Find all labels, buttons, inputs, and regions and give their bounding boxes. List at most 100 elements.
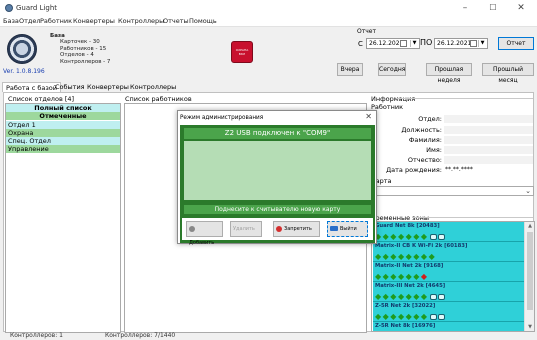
list-item[interactable]: Z-5R Net 8k [16976] <box>373 322 524 331</box>
add-icon <box>189 225 195 232</box>
status-left: Контроллеров: 1 <box>10 332 63 339</box>
menu-item-reports[interactable]: Отчеты <box>163 17 189 25</box>
date-to-picker[interactable]: 26.12.2021 ▼ <box>434 38 488 49</box>
scroll-down-icon[interactable]: ▼ <box>525 324 534 330</box>
exit-icon <box>330 226 338 231</box>
info-department-label: Отдел: <box>418 115 442 123</box>
yesterday-button[interactable]: Вчера <box>337 63 363 76</box>
date-to-value: 26.12.2021 <box>437 40 472 47</box>
list-item[interactable]: Matrix-II CB K Wi-Fi 2k [60183] ◆◆◆◆◆◆◆◆ <box>373 242 524 262</box>
guard-light-logo <box>7 34 37 64</box>
last-week-button[interactable]: Прошлая неделя <box>426 63 472 84</box>
list-item[interactable]: Управление <box>6 145 120 153</box>
dialog-button-bar: Добавить Удалить Запретить Выйти <box>182 218 373 246</box>
list-item[interactable]: Z-5R Net 2k [32022] ◆◆◆◆◆◆◆ <box>373 302 524 322</box>
info-position-value <box>444 126 533 134</box>
time-zone-indicators: ◆◆◆◆◆◆◆ <box>375 292 445 301</box>
menu-item-controllers[interactable]: Контроллеры <box>118 17 164 25</box>
status-bar: Контроллеров: 1 Контроллеров: 7/1440 <box>0 332 537 340</box>
menu-item-worker[interactable]: Работник <box>40 17 72 25</box>
delete-label: Удалить <box>233 226 255 232</box>
info-patronymic-label: Отчество: <box>407 156 442 164</box>
scrollbar-thumb[interactable] <box>527 232 533 310</box>
list-item[interactable]: Спец. Отдел <box>6 137 120 145</box>
departments-list[interactable]: Полный список Отмеченные Отдел 1 Охрана … <box>5 103 121 333</box>
ban-icon <box>276 225 282 232</box>
chevron-down-icon: ⌄ <box>525 187 531 195</box>
info-name-value <box>444 146 533 154</box>
info-birthdate-value: **.**.**** <box>444 166 533 174</box>
menu-item-database[interactable]: База <box>3 17 19 25</box>
time-zones-list[interactable]: Guard Net 8k [20483] ◆◆◆◆◆◆◆ Matrix-II C… <box>371 221 535 332</box>
ban-button[interactable]: Запретить <box>273 221 320 237</box>
controller-name: Z-5R Net 8k [16976] <box>375 323 436 329</box>
list-item[interactable]: Отдел 1 <box>6 121 120 129</box>
controller-name: Guard Net 8k [20483] <box>375 223 440 229</box>
menu-bar: База Отдел Работник Конвертеры Контролле… <box>0 16 537 27</box>
app-logo-icon <box>5 4 13 12</box>
list-item[interactable]: Охрана <box>6 129 120 137</box>
minimize-button[interactable]: – <box>451 1 479 15</box>
info-surname-value <box>444 136 533 144</box>
maximize-button[interactable]: ☐ <box>479 1 507 15</box>
reader-hint: Поднесите к считывателю новую карту <box>184 205 371 214</box>
info-surname-label: Фамилия: <box>408 136 442 144</box>
controller-name: Z-5R Net 2k [32022] <box>375 303 436 309</box>
employees-label: Список работников <box>125 95 192 103</box>
date-from-value: 26.12.2021 <box>369 40 404 47</box>
list-item-full-list[interactable]: Полный список <box>6 104 120 112</box>
info-name-label: Имя: <box>426 146 442 154</box>
delete-button[interactable]: Удалить <box>230 221 262 237</box>
list-item[interactable]: Matrix-II Net 2k [9168] ◆◆◆◆◆◆◆ <box>373 262 524 282</box>
list-item[interactable]: Matrix-III Net 2k [4645] ◆◆◆◆◆◆◆ <box>373 282 524 302</box>
dialog-title: Режим администрирования <box>178 111 376 125</box>
time-zone-indicators: ◆◆◆◆◆◆◆◆ <box>375 252 437 261</box>
date-to-label: ПО <box>420 38 433 47</box>
info-position-label: Должность: <box>401 126 442 134</box>
info-department-value <box>444 115 533 123</box>
menu-item-help[interactable]: Помощь <box>189 17 217 25</box>
scroll-up-icon[interactable]: ▲ <box>525 223 534 229</box>
menu-item-converters[interactable]: Конвертеры <box>73 17 115 25</box>
add-label: Добавить <box>189 240 215 246</box>
info-patronymic-value <box>444 156 533 164</box>
map-select[interactable]: ⌄ <box>371 186 534 196</box>
calendar-dropdown-icon[interactable]: ▼ <box>478 40 486 47</box>
add-button[interactable]: Добавить <box>186 221 223 246</box>
card-area <box>184 141 371 200</box>
alarm-label: ОХРАНА ВКЛ <box>235 48 249 56</box>
status-right: Контроллеров: 7/1440 <box>105 332 176 339</box>
close-icon[interactable]: ✕ <box>365 112 372 121</box>
date-to-checkbox[interactable] <box>470 40 477 47</box>
list-item-marked[interactable]: Отмеченные <box>6 112 120 120</box>
dialog-body: Z2 USB подключен к "COM9" Поднесите к сч… <box>180 125 375 246</box>
info-group-label: Информация <box>371 95 416 103</box>
list-item[interactable]: Guard Net 8k [20483] ◆◆◆◆◆◆◆ <box>373 222 524 242</box>
close-window-button[interactable]: ✕ <box>507 1 535 15</box>
date-from-label: С <box>358 40 363 48</box>
date-from-picker[interactable]: 26.12.2021 ▼ <box>366 38 420 49</box>
controller-name: Matrix-II CB K Wi-Fi 2k [60183] <box>375 243 468 249</box>
tab-converters[interactable]: Конвертеры <box>84 82 132 92</box>
group-divider <box>412 217 533 218</box>
exit-button[interactable]: Выйти <box>327 221 368 237</box>
info-birthdate-label: Дата рождения: <box>386 166 442 174</box>
scrollbar[interactable]: ▲ ▼ <box>524 222 534 331</box>
today-button[interactable]: Сегодня <box>378 63 406 76</box>
database-stats: База Карточек - 30 Работников - 15 Отдел… <box>50 33 125 65</box>
date-from-checkbox[interactable] <box>400 40 407 47</box>
ban-label: Запретить <box>284 226 312 232</box>
tab-controllers[interactable]: Контроллеры <box>127 82 179 92</box>
report-button[interactable]: Отчет <box>498 37 534 50</box>
exit-label: Выйти <box>340 226 357 232</box>
menu-item-department[interactable]: Отдел <box>19 17 41 25</box>
time-zone-indicators: ◆◆◆◆◆◆◆ <box>375 312 445 321</box>
window-title: Guard Light <box>16 4 58 12</box>
last-month-button[interactable]: Прошлый месяц <box>482 63 534 84</box>
group-divider <box>397 98 533 99</box>
departments-label: Список отделов [4] <box>8 95 75 103</box>
main-tabs: Работа с базой События Конвертеры Контро… <box>0 82 537 92</box>
time-zone-indicators: ◆◆◆◆◆◆◆ <box>375 232 445 241</box>
tab-events[interactable]: События <box>52 82 88 92</box>
calendar-dropdown-icon[interactable]: ▼ <box>410 40 418 47</box>
